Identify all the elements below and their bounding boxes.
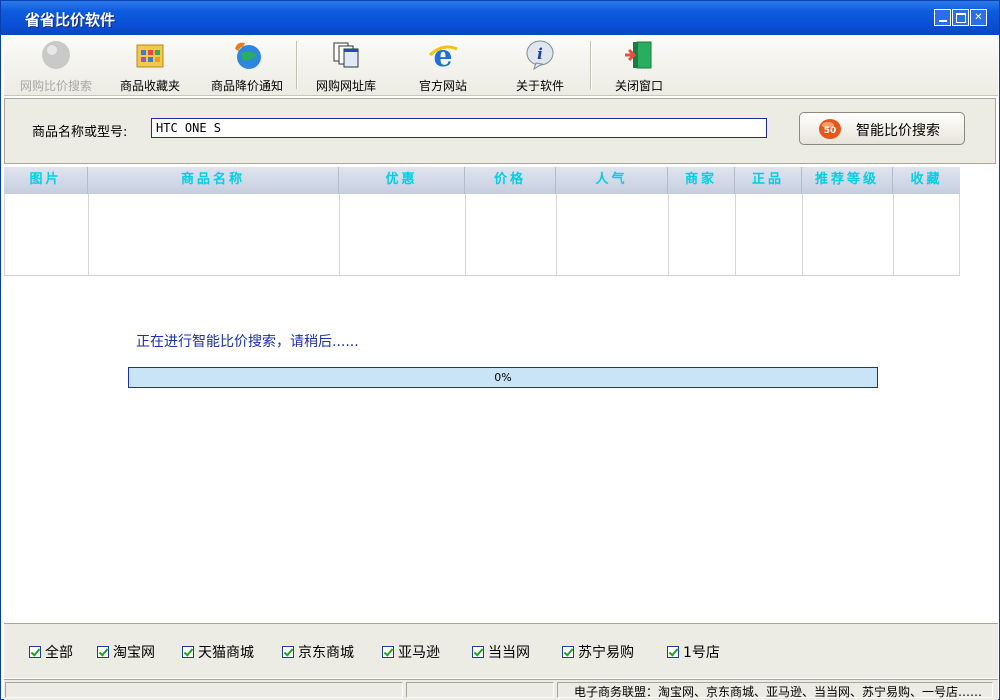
progress-bar: 0%	[128, 367, 878, 388]
column-header-name[interactable]: 商品名称	[88, 167, 339, 194]
filter-label: 淘宝网	[113, 645, 155, 661]
svg-text:e: e	[433, 39, 452, 71]
ie-icon: e	[427, 39, 459, 74]
toolbar-url-library-button[interactable]: 网购网址库	[301, 39, 391, 94]
toolbar-label: 官方网站	[418, 79, 467, 93]
checkbox[interactable]	[382, 646, 394, 658]
toolbar-label: 关闭窗口	[614, 79, 663, 93]
column-header-price[interactable]: 价格	[465, 167, 556, 194]
status-text: 电子商务联盟：淘宝网、京东商城、亚马逊、当当网、苏宁易购、一号店……	[574, 685, 983, 699]
search-panel: 商品名称或型号: 50 智能比价搜索	[4, 98, 996, 164]
info-icon: i	[524, 39, 556, 71]
folder-grid-icon	[134, 39, 166, 71]
table-header: 图片 商品名称 优惠 价格 人气 商家 正品 推荐等级 收藏	[4, 167, 960, 194]
checkbox[interactable]	[29, 646, 41, 658]
column-header-popularity[interactable]: 人气	[556, 167, 668, 194]
column-header-merchant[interactable]: 商家	[668, 167, 735, 194]
search-button-label: 智能比价搜索	[856, 123, 940, 139]
toolbar-about-button[interactable]: i 关于软件	[495, 39, 585, 94]
filter-label: 天猫商城	[198, 645, 254, 661]
table-cell	[466, 194, 557, 275]
table-cell	[894, 194, 960, 275]
table-cell	[340, 194, 466, 275]
close-button[interactable]	[970, 9, 987, 26]
filter-label: 1号店	[683, 645, 720, 661]
title-bar[interactable]: 省省比价软件	[1, 1, 999, 35]
minimize-button[interactable]	[934, 9, 951, 26]
toolbar-close-window-button[interactable]: 关闭窗口	[594, 39, 684, 94]
windows-stack-icon	[330, 39, 362, 71]
results-table: 图片 商品名称 优惠 价格 人气 商家 正品 推荐等级 收藏	[4, 167, 960, 276]
column-header-rating[interactable]: 推荐等级	[802, 167, 893, 194]
filter-amazon-checkbox[interactable]: 亚马逊	[382, 642, 440, 662]
toolbar-label: 网购比价搜索	[19, 79, 92, 93]
toolbar-label: 商品收藏夹	[119, 79, 180, 93]
checkbox[interactable]	[182, 646, 194, 658]
globe-phone-icon	[231, 39, 263, 71]
toolbar-label: 网购网址库	[315, 79, 376, 93]
checkbox[interactable]	[472, 646, 484, 658]
checkbox[interactable]	[282, 646, 294, 658]
toolbar-favorites-button[interactable]: 商品收藏夹	[105, 39, 195, 94]
column-header-image[interactable]: 图片	[4, 167, 88, 194]
table-cell	[557, 194, 669, 275]
status-cell	[406, 682, 554, 698]
table-cell	[89, 194, 340, 275]
search-label: 商品名称或型号:	[32, 125, 128, 140]
filter-suning-checkbox[interactable]: 苏宁易购	[562, 642, 634, 662]
app-window: 省省比价软件 网购比价搜索 商品收藏夹 商品降价通知	[0, 0, 1000, 700]
filter-yhd-checkbox[interactable]: 1号店	[667, 642, 720, 662]
progress-percent: 0%	[494, 371, 512, 384]
filter-dangdang-checkbox[interactable]: 当当网	[472, 642, 530, 662]
toolbar-compare-search-button[interactable]: 网购比价搜索	[11, 39, 101, 94]
column-header-favorite[interactable]: 收藏	[893, 167, 960, 194]
toolbar: 网购比价搜索 商品收藏夹 商品降价通知 网购网址库 e 官方网站 i 关于软件 …	[4, 35, 998, 96]
discount-badge-text: 50	[824, 126, 837, 136]
table-cell	[669, 194, 736, 275]
table-cell	[736, 194, 803, 275]
filter-label: 京东商城	[298, 645, 354, 661]
search-input[interactable]	[151, 118, 767, 138]
filter-label: 亚马逊	[398, 645, 440, 661]
filter-label: 苏宁易购	[578, 645, 634, 661]
table-cell	[803, 194, 894, 275]
toolbar-separator	[590, 41, 592, 89]
filter-label: 全部	[45, 645, 73, 661]
exit-door-icon	[623, 39, 655, 71]
filter-tmall-checkbox[interactable]: 天猫商城	[182, 642, 254, 662]
maximize-button[interactable]	[952, 9, 969, 26]
checkbox[interactable]	[97, 646, 109, 658]
filter-all-checkbox[interactable]: 全部	[29, 642, 73, 662]
checkbox[interactable]	[562, 646, 574, 658]
status-cell	[5, 682, 403, 698]
column-header-genuine[interactable]: 正品	[735, 167, 802, 194]
svg-text:i: i	[537, 45, 543, 63]
table-body	[4, 194, 960, 276]
discount-badge-icon: 50	[818, 118, 842, 140]
toolbar-official-site-button[interactable]: e 官方网站	[398, 39, 488, 94]
window-title: 省省比价软件	[25, 11, 116, 29]
progress-message: 正在进行智能比价搜索，请稍后......	[136, 334, 359, 350]
filter-label: 当当网	[488, 645, 530, 661]
toolbar-separator	[296, 41, 298, 89]
toolbar-label: 关于软件	[515, 79, 564, 93]
smart-compare-search-button[interactable]: 50 智能比价搜索	[799, 112, 965, 145]
site-filter-bar: 全部 淘宝网 天猫商城 京东商城 亚马逊 当当网 苏宁易购 1号店	[4, 623, 998, 678]
status-bar: 电子商务联盟：淘宝网、京东商城、亚马逊、当当网、苏宁易购、一号店……	[4, 679, 998, 700]
filter-taobao-checkbox[interactable]: 淘宝网	[97, 642, 155, 662]
column-header-discount[interactable]: 优惠	[339, 167, 465, 194]
table-cell	[4, 194, 89, 275]
toolbar-price-alert-button[interactable]: 商品降价通知	[202, 39, 292, 94]
toolbar-label: 商品降价通知	[210, 79, 283, 93]
checkbox[interactable]	[667, 646, 679, 658]
window-controls	[934, 9, 987, 26]
gray-ball-icon	[40, 39, 72, 71]
filter-jd-checkbox[interactable]: 京东商城	[282, 642, 354, 662]
